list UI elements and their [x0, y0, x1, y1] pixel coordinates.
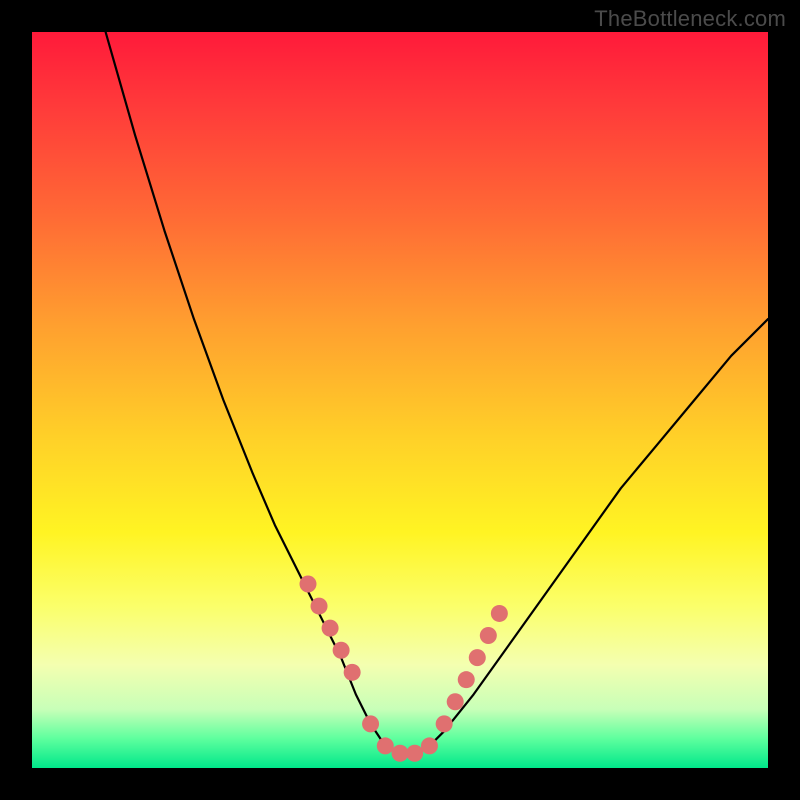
marker-dot — [344, 664, 361, 681]
marker-dot — [447, 693, 464, 710]
marker-dot — [392, 745, 409, 762]
marker-dot — [480, 627, 497, 644]
marker-dot — [377, 737, 394, 754]
marker-dot — [333, 642, 350, 659]
bottleneck-curve — [106, 32, 768, 753]
plot-area — [32, 32, 768, 768]
marker-dot — [300, 576, 317, 593]
marker-dot — [362, 715, 379, 732]
chart-svg — [32, 32, 768, 768]
watermark-text: TheBottleneck.com — [594, 6, 786, 32]
curve-path — [106, 32, 768, 753]
highlight-markers — [300, 576, 508, 762]
marker-dot — [311, 598, 328, 615]
marker-dot — [469, 649, 486, 666]
marker-dot — [458, 671, 475, 688]
marker-dot — [491, 605, 508, 622]
marker-dot — [406, 745, 423, 762]
marker-dot — [322, 620, 339, 637]
chart-frame: TheBottleneck.com — [0, 0, 800, 800]
marker-dot — [421, 737, 438, 754]
marker-dot — [436, 715, 453, 732]
